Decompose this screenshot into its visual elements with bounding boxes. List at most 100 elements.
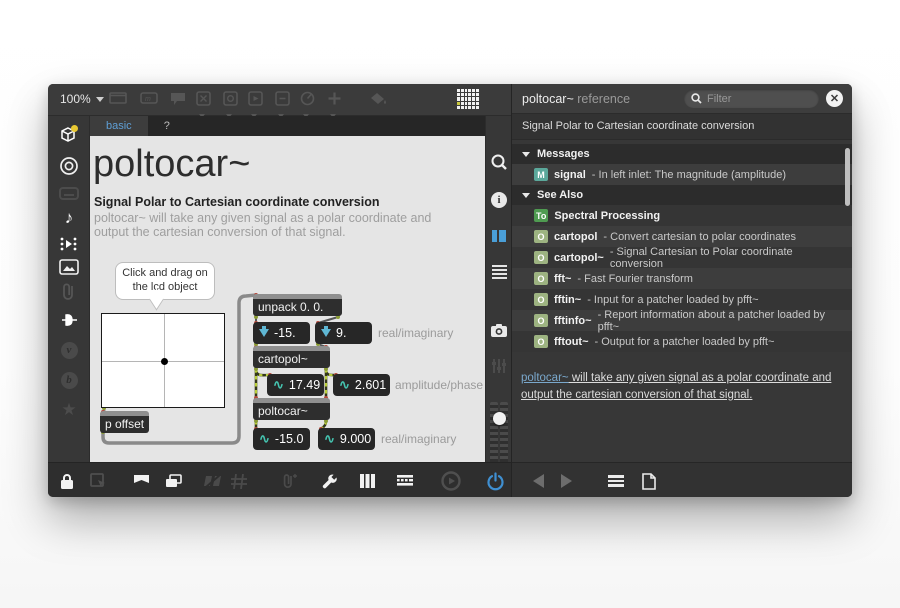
vimeo-icon[interactable]: v (48, 338, 90, 362)
tab-help[interactable]: ? (148, 116, 186, 136)
reference-item[interactable]: Offtinfo~ - Report information about a pa… (512, 309, 852, 333)
chevron-down-icon (95, 96, 104, 102)
signal-number-real[interactable]: ∿ -15.0 (253, 428, 310, 450)
hide-cords-icon[interactable] (202, 471, 224, 491)
object-palette-icon[interactable] (457, 89, 479, 109)
patch-title: poltocar~ (93, 143, 251, 185)
object-p-offset[interactable]: p offset (100, 411, 150, 433)
item-description: - Output for a patcher loaded by pfft~ (594, 335, 775, 348)
grid-snap-icon[interactable] (228, 471, 250, 491)
tab-basic[interactable]: basic (90, 116, 148, 136)
type-badge: M (534, 168, 548, 181)
snapshot-camera-icon[interactable] (486, 318, 512, 342)
object-box-icon[interactable] (108, 90, 128, 106)
audio-note-icon[interactable]: ♪ (48, 206, 90, 230)
panel-scrollbar[interactable] (845, 148, 850, 206)
forward-arrow-icon[interactable] (556, 472, 576, 490)
flonum-imaginary[interactable]: 9. (315, 322, 372, 344)
menu-icon[interactable] (606, 472, 626, 490)
item-description: - Convert cartesian to polar coordinates (603, 230, 797, 243)
poltocar-link[interactable]: poltocar~ (521, 372, 569, 384)
flonum-arrow-icon (259, 326, 269, 337)
beap-icon[interactable]: b (48, 368, 90, 392)
patcher-canvas: poltocar~ Signal Polar to Cartesian coor… (90, 136, 485, 462)
lcd-object[interactable] (101, 313, 225, 408)
reference-item[interactable]: Offt~ - Fast Fourier transform (512, 268, 852, 289)
object-cartopol[interactable]: cartopol~ (253, 346, 330, 368)
presentation-mode-icon[interactable] (130, 471, 152, 491)
layers-icon[interactable] (162, 471, 184, 491)
signal-number-imaginary[interactable]: ∿ 9.000 (318, 428, 375, 450)
svg-text:m: m (145, 96, 151, 103)
sine-wave-icon: ∿ (324, 431, 335, 446)
audio-power-icon[interactable] (484, 471, 506, 491)
button-icon[interactable] (221, 90, 241, 118)
paperclip-icon[interactable] (48, 280, 90, 304)
playbar-run-icon[interactable] (440, 471, 462, 491)
label-amplitude-phase: amplitude/phase (395, 378, 484, 392)
message-box-icon[interactable]: m (139, 90, 159, 106)
filter-input[interactable] (707, 92, 802, 105)
item-name: cartopol~ (554, 251, 604, 264)
piano-keys-icon[interactable] (356, 471, 378, 491)
paint-bucket-icon[interactable] (368, 90, 388, 106)
filters-icon[interactable] (486, 354, 512, 378)
inspector-info-icon[interactable]: i (486, 188, 512, 212)
object-poltocar[interactable]: poltocar~ (253, 398, 330, 420)
wrench-icon[interactable] (318, 471, 340, 491)
slider-knob[interactable] (493, 412, 506, 425)
type-badge: To (534, 209, 549, 222)
selection-tool-icon[interactable] (87, 471, 109, 491)
packages-cube-icon[interactable] (48, 122, 90, 146)
zoom-level-dropdown[interactable]: 100% (60, 92, 104, 106)
lock-icon[interactable] (56, 471, 78, 491)
dial-icon[interactable] (298, 90, 318, 118)
patcher-tab-bar: basic ? (90, 116, 485, 136)
section-header[interactable]: Messages (512, 144, 852, 164)
sine-wave-icon: ∿ (339, 377, 350, 392)
reference-panel: poltocar~ reference ✕ Signal Polar to Ca… (511, 84, 852, 497)
signal-number-phase[interactable]: ∿ 2.601 (333, 374, 390, 396)
reference-blurb: poltocar~ will take any given signal as … (521, 372, 832, 401)
close-icon[interactable]: ✕ (826, 90, 843, 107)
console-icon[interactable] (48, 182, 90, 206)
attach-paperclip-icon[interactable] (278, 471, 300, 491)
toggle-icon[interactable] (194, 90, 214, 118)
type-badge: O (534, 335, 548, 348)
favorites-star-icon[interactable]: ★ (48, 398, 90, 422)
reference-item[interactable]: Ocartopol - Convert cartesian to polar co… (512, 226, 852, 247)
reference-item[interactable]: Offtout~ - Output for a patcher loaded by… (512, 331, 852, 352)
comment-icon[interactable] (168, 90, 188, 106)
reference-sidebar-icon[interactable] (486, 224, 512, 248)
add-object-icon[interactable] (325, 90, 345, 118)
filter-search-box[interactable] (684, 89, 819, 108)
back-arrow-icon[interactable] (528, 472, 548, 490)
lessons-list-icon[interactable] (486, 260, 512, 284)
hint-bubble: Click and drag on the lcd object (115, 262, 215, 300)
item-description: - Fast Fourier transform (577, 272, 693, 285)
patch-description: poltocar~ will take any given signal as … (94, 211, 432, 240)
reference-item[interactable]: Ocartopol~ - Signal Cartesian to Polar co… (512, 246, 852, 270)
search-icon[interactable] (486, 150, 512, 174)
signal-number-amplitude[interactable]: ∿ 17.49 (267, 374, 324, 396)
section-header[interactable]: See Also (512, 185, 852, 205)
max-help-window: 100% m ♪ v b ★ basic ? poltocar~ Signal … (48, 84, 852, 497)
playbar-object-icon[interactable] (246, 90, 266, 118)
reference-item[interactable]: Offtin~ - Input for a patcher loaded by p… (512, 289, 852, 310)
number-box-icon[interactable] (273, 90, 293, 118)
item-name: signal (554, 168, 586, 181)
object-unpack[interactable]: unpack 0. 0. (253, 294, 342, 316)
plug-icon[interactable] (48, 308, 90, 332)
type-badge: O (534, 272, 548, 285)
open-reference-page-icon[interactable] (639, 472, 659, 490)
chevron-down-icon (522, 151, 530, 157)
reference-panel-footer (512, 462, 852, 497)
reference-title: poltocar~ reference (522, 92, 631, 106)
keyboard-matrix-icon[interactable] (394, 471, 416, 491)
reference-item[interactable]: Msignal - In left inlet: The magnitude (a… (512, 164, 852, 185)
audio-status-icon[interactable] (48, 154, 90, 178)
reference-item[interactable]: To Spectral Processing (512, 205, 852, 226)
sequencer-icon[interactable] (48, 232, 90, 256)
flonum-real[interactable]: -15. (253, 322, 310, 344)
image-icon[interactable] (48, 255, 90, 279)
